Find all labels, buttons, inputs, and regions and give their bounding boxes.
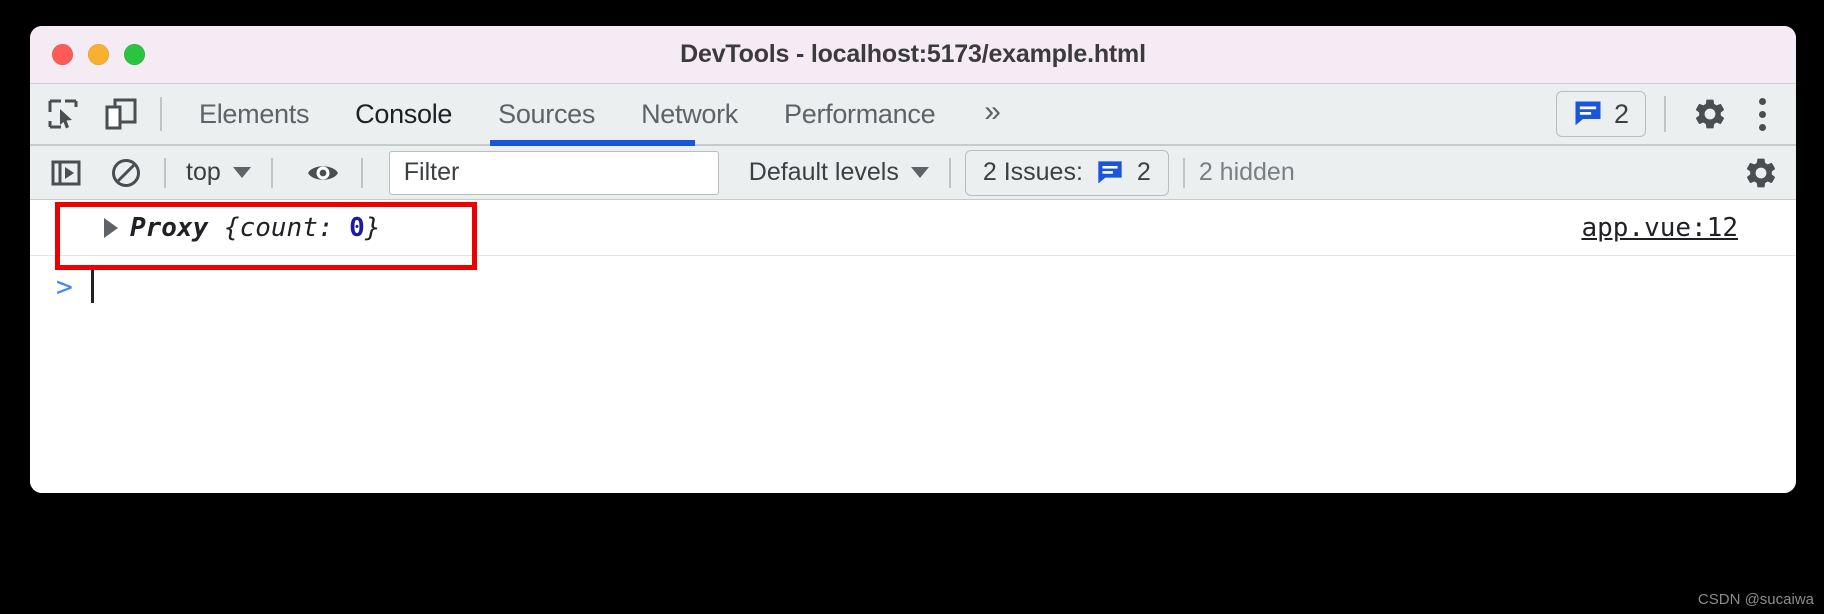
prompt-caret-icon: >	[56, 270, 73, 303]
issues-counter-button[interactable]: 2	[1556, 91, 1646, 137]
kebab-dot	[1759, 124, 1766, 131]
filterbar-divider	[361, 158, 363, 188]
window-title: DevTools - localhost:5173/example.html	[30, 40, 1796, 69]
devtools-tab-bar: Elements Console Sources Network Perform…	[30, 84, 1796, 146]
console-filter-bar: top Default levels 2 Issues:	[30, 146, 1796, 200]
console-prompt[interactable]: >	[30, 256, 1796, 316]
tab-network[interactable]: Network	[618, 83, 761, 145]
log-levels-selector[interactable]: Default levels	[743, 158, 935, 187]
kebab-dot	[1759, 98, 1766, 105]
tab-console[interactable]: Console	[332, 83, 475, 145]
gear-icon[interactable]	[1684, 91, 1736, 137]
more-tabs-icon[interactable]: »	[958, 97, 1027, 127]
maximize-window-button[interactable]	[124, 44, 145, 65]
kebab-menu-icon[interactable]	[1736, 91, 1788, 137]
expand-triangle-icon[interactable]	[104, 218, 118, 238]
inspect-element-icon[interactable]	[38, 92, 88, 136]
search-input[interactable]	[389, 151, 719, 195]
filterbar-divider	[164, 158, 166, 188]
tab-sources[interactable]: Sources	[475, 83, 618, 145]
chevron-down-icon	[911, 167, 929, 178]
log-object-prefix: Proxy	[130, 213, 224, 243]
chevron-down-icon	[233, 167, 251, 178]
hidden-messages-label: 2 hidden	[1199, 158, 1295, 187]
console-log-entry[interactable]: Proxy {count: 0} app.vue:12	[30, 200, 1796, 256]
console-message-area[interactable]: Proxy {count: 0} app.vue:12 >	[30, 200, 1796, 493]
devtools-window: DevTools - localhost:5173/example.html E…	[30, 26, 1796, 493]
log-object-body-open: {count:	[224, 213, 349, 243]
show-console-sidebar-icon[interactable]	[42, 153, 90, 193]
issues-summary-button[interactable]: 2 Issues: 2	[965, 150, 1169, 196]
toolbar-divider-right	[1664, 96, 1666, 132]
console-log-text: Proxy {count: 0}	[130, 213, 380, 243]
console-settings-gear-icon[interactable]	[1736, 151, 1786, 195]
filterbar-divider	[1183, 158, 1185, 188]
clear-console-icon[interactable]	[102, 153, 150, 193]
issues-summary-count: 2	[1137, 158, 1151, 187]
tab-elements[interactable]: Elements	[176, 83, 332, 145]
tab-performance[interactable]: Performance	[761, 83, 958, 145]
execution-context-selector[interactable]: top	[180, 158, 257, 187]
close-window-button[interactable]	[52, 44, 73, 65]
issues-summary-label: 2 Issues:	[983, 158, 1083, 187]
window-title-bar: DevTools - localhost:5173/example.html	[30, 26, 1796, 84]
execution-context-label: top	[186, 158, 221, 187]
issue-message-icon	[1096, 159, 1124, 187]
watermark: CSDN @sucaiwa	[1698, 591, 1814, 608]
issue-message-icon	[1573, 99, 1603, 129]
issues-count: 2	[1614, 99, 1629, 130]
toolbar-divider	[160, 97, 162, 131]
filterbar-divider	[949, 158, 951, 188]
text-cursor	[91, 269, 94, 303]
log-object-body-close: }	[365, 213, 381, 243]
live-expressions-icon[interactable]	[299, 153, 347, 193]
window-controls	[52, 26, 145, 83]
device-toolbar-icon[interactable]	[96, 92, 146, 136]
minimize-window-button[interactable]	[88, 44, 109, 65]
kebab-dot	[1759, 111, 1766, 118]
filterbar-divider	[271, 158, 273, 188]
log-object-value: 0	[349, 213, 365, 243]
log-levels-label: Default levels	[749, 158, 899, 187]
source-location-link[interactable]: app.vue:12	[1581, 213, 1738, 243]
